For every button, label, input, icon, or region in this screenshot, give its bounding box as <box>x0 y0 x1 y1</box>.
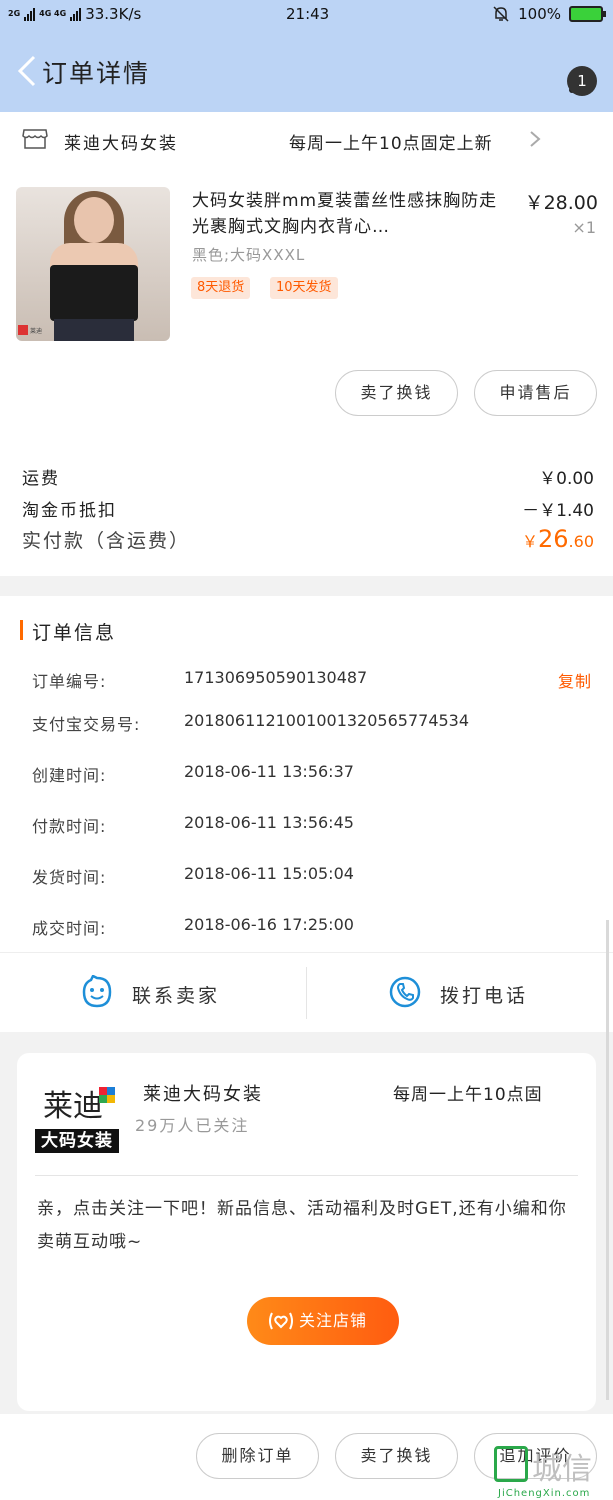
product-quantity: ×1 <box>572 218 596 237</box>
store-card: 莱迪 大码女装 莱迪大码女装 29万人已关注 每周一上午10点固 亲，点击关注一… <box>17 1053 596 1411</box>
battery-icon <box>569 6 606 22</box>
brand-logo-icon <box>18 325 28 335</box>
shipping-value: ￥0.00 <box>539 469 594 489</box>
shipping-label: 运费 <box>22 469 60 489</box>
site-watermark: 城信 JiChengXin.com <box>494 1442 610 1500</box>
chevron-left-icon[interactable] <box>14 54 44 88</box>
logo-squares-icon <box>99 1087 115 1103</box>
bottom-action-bar: 删除订单 卖了换钱 追加评价 城信 JiChengXin.com <box>0 1414 613 1500</box>
product-section: 莱迪 大码女装胖mm夏装蕾丝性感抹胸防走光裹胸式文胸内衣背心… ￥28.00 ×… <box>0 164 613 576</box>
page-title: 订单详情 <box>42 59 151 88</box>
info-key: 发货时间: <box>32 868 107 887</box>
call-phone-button[interactable]: 拨打电话 <box>440 981 528 1008</box>
info-key: 支付宝交易号: <box>32 715 141 734</box>
follow-store-label: 关注店铺 <box>299 1311 368 1330</box>
coin-value: －￥1.40 <box>522 501 594 521</box>
network-type-b: 4G 4G <box>39 9 67 18</box>
contact-bar: 联系卖家 拨打电话 <box>0 952 613 1032</box>
nav-bar: 订单详情 1 <box>0 30 613 112</box>
shipping-tag: 10天发货 <box>270 277 338 299</box>
scrollbar[interactable] <box>606 920 609 1400</box>
status-bar: 2G 4G 4G 33.3K/s 21:43 100% <box>0 0 613 30</box>
store-logo[interactable]: 莱迪 大码女装 <box>35 1077 119 1153</box>
image-logo-text: 莱迪 <box>30 328 43 335</box>
delete-order-button[interactable]: 删除订单 <box>196 1433 319 1479</box>
watermark-logo-icon <box>494 1446 528 1482</box>
store-icon <box>22 129 48 149</box>
network-speed: 33.3K/s <box>85 5 142 23</box>
store-description: 亲，点击关注一下吧！新品信息、活动福利及时GET,还有小编和你卖萌互动哦~ <box>37 1199 567 1252</box>
info-key: 创建时间: <box>32 766 107 785</box>
sell-button-bottom[interactable]: 卖了换钱 <box>335 1433 458 1479</box>
return-tag: 8天退货 <box>191 277 251 299</box>
paid-value: ￥26.60 <box>521 525 594 553</box>
product-sku: 黑色;大码XXXL <box>192 246 306 264</box>
chevron-right-icon[interactable] <box>529 130 541 148</box>
store-followers: 29万人已关注 <box>135 1116 250 1135</box>
battery-percent: 100% <box>518 5 561 23</box>
watermark-text: 城信 <box>532 1452 592 1487</box>
after-sale-button[interactable]: 申请售后 <box>474 370 597 416</box>
order-number: 171306950590130487 <box>184 668 368 687</box>
paid-label: 实付款（含运费） <box>22 530 191 552</box>
paid-time: 2018-06-11 13:56:45 <box>184 813 354 832</box>
mute-bell-icon <box>493 6 509 22</box>
signal-icon-2 <box>70 7 82 21</box>
shop-row[interactable]: 莱迪大码女装 每周一上午10点固定上新 <box>0 112 613 164</box>
watermark-url: JiChengXin.com <box>498 1488 591 1499</box>
store-notice: 每周一上午10点固 <box>393 1085 543 1105</box>
signal-icon <box>24 7 36 21</box>
order-info-section: 订单信息 订单编号: 171306950590130487 复制 支付宝交易号:… <box>0 596 613 952</box>
section-accent-bar <box>20 620 23 640</box>
chat-face-icon[interactable] <box>81 975 113 1009</box>
notification-badge[interactable]: 1 <box>567 66 597 96</box>
created-time: 2018-06-11 13:56:37 <box>184 762 354 781</box>
store-logo-text: 莱迪 <box>43 1089 103 1124</box>
info-key: 订单编号: <box>32 672 107 691</box>
sell-button[interactable]: 卖了换钱 <box>335 370 458 416</box>
divider <box>306 967 307 1019</box>
network-type-a: 2G <box>8 9 21 18</box>
shipped-time: 2018-06-11 15:05:04 <box>184 864 354 883</box>
clock: 21:43 <box>286 5 330 23</box>
product-image[interactable]: 莱迪 <box>16 187 170 341</box>
info-key: 付款时间: <box>32 817 107 836</box>
order-info-title: 订单信息 <box>32 622 117 644</box>
contact-seller-button[interactable]: 联系卖家 <box>132 981 220 1008</box>
alipay-trade-number: 2018061121001001320565774534 <box>184 711 470 730</box>
shop-notice: 每周一上午10点固定上新 <box>289 134 493 154</box>
product-price: ￥28.00 <box>524 192 598 214</box>
phone-icon[interactable] <box>389 975 421 1009</box>
deal-time: 2018-06-16 17:25:00 <box>184 915 354 934</box>
product-title[interactable]: 大码女装胖mm夏装蕾丝性感抹胸防走光裹胸式文胸内衣背心… <box>192 188 504 240</box>
info-key: 成交时间: <box>32 919 107 938</box>
copy-button[interactable]: 复制 <box>558 668 592 692</box>
coin-label: 淘金币抵扣 <box>22 501 117 521</box>
store-name[interactable]: 莱迪大码女装 <box>143 1080 263 1106</box>
follow-store-button[interactable]: 关注店铺 <box>247 1297 399 1345</box>
divider <box>35 1175 578 1176</box>
shop-name[interactable]: 莱迪大码女装 <box>64 129 178 154</box>
heart-signal-icon <box>269 1312 293 1330</box>
store-logo-band: 大码女装 <box>35 1129 119 1153</box>
